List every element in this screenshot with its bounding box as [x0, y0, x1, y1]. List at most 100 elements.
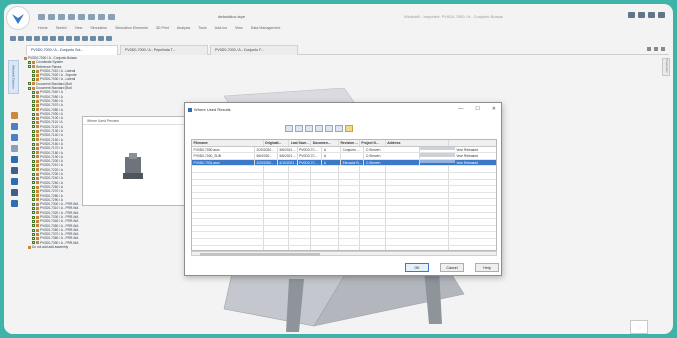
tab-close-icon[interactable]: [661, 47, 665, 51]
menu-item[interactable]: Sketch: [56, 26, 67, 30]
menu-item[interactable]: View: [75, 26, 83, 30]
visibility-checkbox[interactable]: [32, 228, 35, 232]
tab-prev-icon[interactable]: [647, 47, 651, 51]
globe-icon[interactable]: [11, 200, 18, 207]
dialog-maximize-button[interactable]: ☐: [475, 106, 479, 112]
visibility-checkbox[interactable]: [32, 125, 35, 129]
visibility-checkbox[interactable]: [32, 146, 35, 150]
library-icon[interactable]: [11, 167, 18, 174]
help-icon[interactable]: [628, 12, 635, 18]
visibility-checkbox[interactable]: [32, 155, 35, 159]
search-icon[interactable]: [11, 145, 18, 152]
properties-icon[interactable]: [325, 125, 333, 132]
visibility-checkbox[interactable]: [32, 142, 35, 146]
column-header[interactable]: Originati...: [264, 140, 290, 146]
tool-icon[interactable]: [26, 36, 32, 41]
visibility-checkbox[interactable]: [32, 108, 35, 112]
visibility-checkbox[interactable]: [32, 151, 35, 155]
dialog-close-button[interactable]: ✕: [492, 106, 496, 112]
visibility-checkbox[interactable]: [32, 69, 35, 73]
visibility-checkbox[interactable]: [32, 207, 35, 211]
scrollbar-thumb[interactable]: [200, 253, 320, 256]
menu-item[interactable]: Add-Ins: [215, 26, 227, 30]
menu-item[interactable]: 3D Print: [156, 26, 169, 30]
open-document-icon[interactable]: [285, 125, 293, 132]
visibility-checkbox[interactable]: [28, 65, 31, 69]
tool-icon[interactable]: [66, 36, 72, 41]
close-icon[interactable]: [658, 12, 665, 18]
layers-icon[interactable]: [11, 123, 18, 130]
visibility-checkbox[interactable]: [32, 116, 35, 120]
save-icon[interactable]: [58, 14, 65, 20]
tool-icon[interactable]: [82, 36, 88, 41]
view-icon[interactable]: [98, 14, 105, 20]
document-tab[interactable]: PV0D0-7000 / A - Conjunto Sol...: [26, 45, 118, 55]
select-icon[interactable]: [88, 14, 95, 20]
visibility-checkbox[interactable]: [32, 181, 35, 185]
visibility-checkbox[interactable]: [32, 194, 35, 198]
visibility-checkbox[interactable]: [28, 86, 31, 90]
visibility-checkbox[interactable]: [32, 78, 35, 82]
settings-icon[interactable]: [108, 14, 115, 20]
grid-icon[interactable]: [11, 189, 18, 196]
folder-icon[interactable]: [345, 125, 353, 132]
visibility-checkbox[interactable]: [32, 73, 35, 77]
properties-icon[interactable]: [11, 156, 18, 163]
visibility-checkbox[interactable]: [32, 185, 35, 189]
tab-next-icon[interactable]: [654, 47, 658, 51]
new-icon[interactable]: [38, 14, 45, 20]
column-header[interactable]: Last Save...: [289, 140, 312, 146]
visibility-checkbox[interactable]: [32, 168, 35, 172]
open-icon[interactable]: [48, 14, 55, 20]
tool-icon[interactable]: [42, 36, 48, 41]
tool-icon[interactable]: [74, 36, 80, 41]
tool-icon[interactable]: [98, 36, 104, 41]
app-logo-icon[interactable]: [6, 6, 30, 30]
visibility-checkbox[interactable]: [32, 211, 35, 215]
menu-item[interactable]: Simulation: [90, 26, 107, 30]
column-header[interactable]: Project N...: [360, 140, 386, 146]
visibility-checkbox[interactable]: [32, 232, 35, 236]
copy-icon[interactable]: [305, 125, 313, 132]
visibility-checkbox[interactable]: [32, 159, 35, 163]
menu-item[interactable]: Tools: [198, 26, 206, 30]
visibility-checkbox[interactable]: [32, 198, 35, 202]
ok-button[interactable]: OK: [405, 263, 429, 272]
visibility-checkbox[interactable]: [32, 176, 35, 180]
visibility-checkbox[interactable]: [32, 164, 35, 168]
visibility-checkbox[interactable]: [32, 91, 35, 95]
visibility-checkbox[interactable]: [32, 224, 35, 228]
maximize-icon[interactable]: [648, 12, 655, 18]
filter-icon[interactable]: [11, 178, 18, 185]
dialog-minimize-button[interactable]: —: [458, 106, 463, 112]
tool-icon[interactable]: [58, 36, 64, 41]
view-cube-icon[interactable]: ⬚: [630, 320, 648, 334]
tool-icon[interactable]: [18, 36, 24, 41]
table-row[interactable]: PV0D0-7001.asm 2/20/2020... 6/10/2021 ... P…: [192, 159, 496, 167]
tool-icon[interactable]: [106, 36, 112, 41]
tree-item[interactable]: Do not add add assembly: [24, 245, 116, 249]
undo-icon[interactable]: [68, 14, 75, 20]
table-row[interactable]: PV0D0-7000_SUB 5/6/2020... 5/6/2021 ... PV0…: [192, 153, 496, 160]
menu-item[interactable]: Data Management: [251, 26, 281, 30]
column-header[interactable]: Documen...: [311, 140, 340, 146]
visibility-checkbox[interactable]: [32, 103, 35, 107]
visibility-checkbox[interactable]: [32, 202, 35, 206]
horizontal-scrollbar[interactable]: [191, 251, 497, 256]
tool-icon[interactable]: [90, 36, 96, 41]
visibility-checkbox[interactable]: [32, 121, 35, 125]
visibility-checkbox[interactable]: [28, 82, 31, 86]
features-icon[interactable]: [11, 134, 18, 141]
cancel-button[interactable]: Cancel: [440, 263, 464, 272]
tool-icon[interactable]: [10, 36, 16, 41]
visibility-checkbox[interactable]: [32, 237, 35, 241]
visibility-checkbox[interactable]: [32, 138, 35, 142]
column-header[interactable]: Filename: [192, 140, 264, 146]
menu-item[interactable]: Home: [38, 26, 48, 30]
redo-icon[interactable]: [78, 14, 85, 20]
refresh-icon[interactable]: [315, 125, 323, 132]
windchill-explorer-tab[interactable]: Windchill Explorer: [8, 60, 19, 94]
visibility-checkbox[interactable]: [32, 133, 35, 137]
document-tab[interactable]: PV0D0-7000 / A - Conjunto F...: [210, 45, 298, 55]
expand-icon[interactable]: [335, 125, 343, 132]
